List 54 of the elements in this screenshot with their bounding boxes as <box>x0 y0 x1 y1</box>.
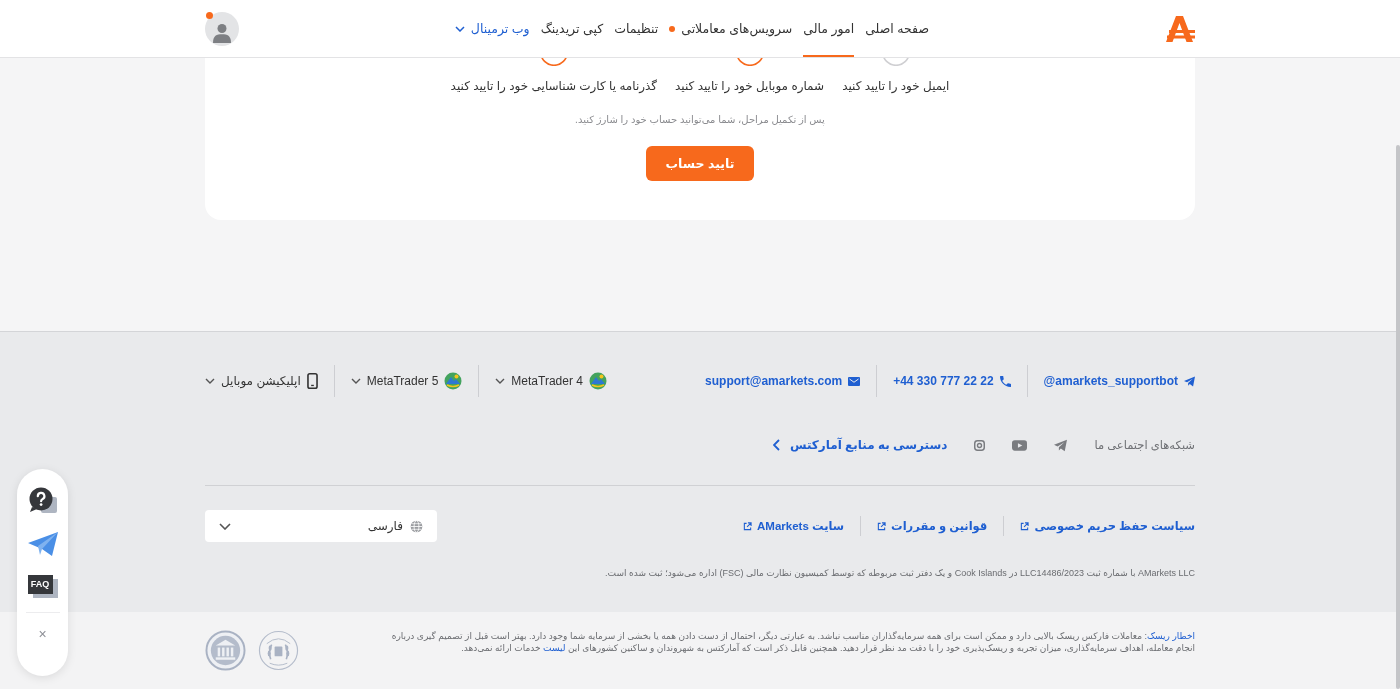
contact-link[interactable]: +44 330 777 22 22 <box>877 365 1028 397</box>
nav-tab[interactable]: سرویس‌های معاملاتی <box>669 0 793 57</box>
risk-warning-link[interactable]: اخطار ریسک <box>1147 631 1195 641</box>
chevron-down-icon <box>454 25 465 32</box>
registration-text: AMarkets LLC با شماره ثبت LLC14486/2023 در Cook Islands و یک دفتر ثبت مربوطه که توسط کمیسیون نظارت مالی (FSC) اداره می‌شود؛ ثبت شده است. <box>604 567 1195 579</box>
nav-tab[interactable]: وب ترمینال <box>454 0 530 57</box>
list-link[interactable]: لیست <box>543 643 566 653</box>
completion-note: پس از تکمیل مراحل، شما می‌توانید حساب خود را شارژ کنید. <box>575 113 825 127</box>
paper-plane-icon[interactable] <box>27 532 58 556</box>
legal-link[interactable]: قوانین و مقررات <box>861 516 1005 536</box>
language-select[interactable]: فارسی <box>205 510 437 542</box>
mail-icon <box>848 376 861 386</box>
download-dropdown[interactable]: MetaTrader 5 <box>334 365 480 397</box>
paper-plane-icon <box>1184 375 1195 387</box>
close-button[interactable]: × <box>38 626 47 642</box>
step-label: ایمیل خود را تایید کنید <box>842 78 950 94</box>
contact-link[interactable]: support@amarkets.com <box>705 365 878 397</box>
nav-tab[interactable]: صفحه اصلی <box>865 0 929 57</box>
external-link-icon <box>877 521 887 531</box>
video-play-icon[interactable] <box>1012 439 1028 451</box>
building-badge-icon <box>205 630 246 671</box>
external-link-icon <box>743 521 752 531</box>
help-chat-icon[interactable] <box>28 487 57 515</box>
globe-icon <box>410 519 423 533</box>
contact-link[interactable]: @amarkets_supportbot <box>1027 365 1195 397</box>
laurel-badge-icon <box>258 630 299 671</box>
nav-tab[interactable]: کپی تریدینگ <box>540 0 604 57</box>
scrollbar-thumb[interactable] <box>1396 145 1400 689</box>
legal-link[interactable]: سایت AMarkets <box>743 516 862 536</box>
smartphone-icon <box>306 373 318 389</box>
chevron-down-icon <box>495 378 506 384</box>
legal-link[interactable]: سیاست حفظ حریم خصوصی <box>1004 516 1195 536</box>
chevron-down-icon <box>219 522 231 530</box>
download-dropdown[interactable]: اپلیکیشن موبایل <box>205 365 335 397</box>
risk-warning-text: اخطار ریسک: معاملات فارکس ریسک بالایی دارد و ممکن است برای همه سرمایه‌گذاران مناسب نباشد. به عبارتی دیگر، احتمال از دست دادن همه یا بخشی از سرمایه شما وجود دارد. بهتر است قبل از تصمیم گیری درباره انجام معامله، اهداف سرمایه‌گذاری، میزان تجربه و ریسک‌پذیری خود را با دقت مد نظر قرار دهید. همچنین قابل ذکر است که آمارکتس به شهروندان و ساکنین کشورهای این لیست خدمات ارائه نمی‌دهد. <box>390 630 1195 655</box>
step-label: گذرنامه یا کارت شناسایی خود را تایید کنید <box>450 78 658 94</box>
trading-app-icon <box>588 372 607 390</box>
chevron-down-icon <box>205 378 215 384</box>
external-link-icon <box>1020 521 1030 531</box>
social-label: شبکه‌های اجتماعی ما <box>1094 438 1195 452</box>
resources-link[interactable]: دسترسی به منابع آمارکتس <box>773 438 948 452</box>
nav-tab[interactable]: تنظیمات <box>614 0 659 57</box>
phone-icon <box>999 375 1011 387</box>
faq-button[interactable]: FAQ <box>27 575 58 598</box>
camera-icon[interactable] <box>974 439 986 451</box>
download-dropdown[interactable]: MetaTrader 4 <box>479 365 607 397</box>
user-icon <box>213 22 231 43</box>
logo-icon[interactable] <box>1165 15 1195 42</box>
step-label: شماره موبایل خود را تایید کنید <box>675 78 825 94</box>
chevron-left-icon <box>773 439 780 451</box>
trading-app-icon <box>444 372 463 390</box>
paper-plane-icon[interactable] <box>1054 438 1068 452</box>
chevron-down-icon <box>350 378 361 384</box>
avatar-button[interactable] <box>205 11 239 46</box>
